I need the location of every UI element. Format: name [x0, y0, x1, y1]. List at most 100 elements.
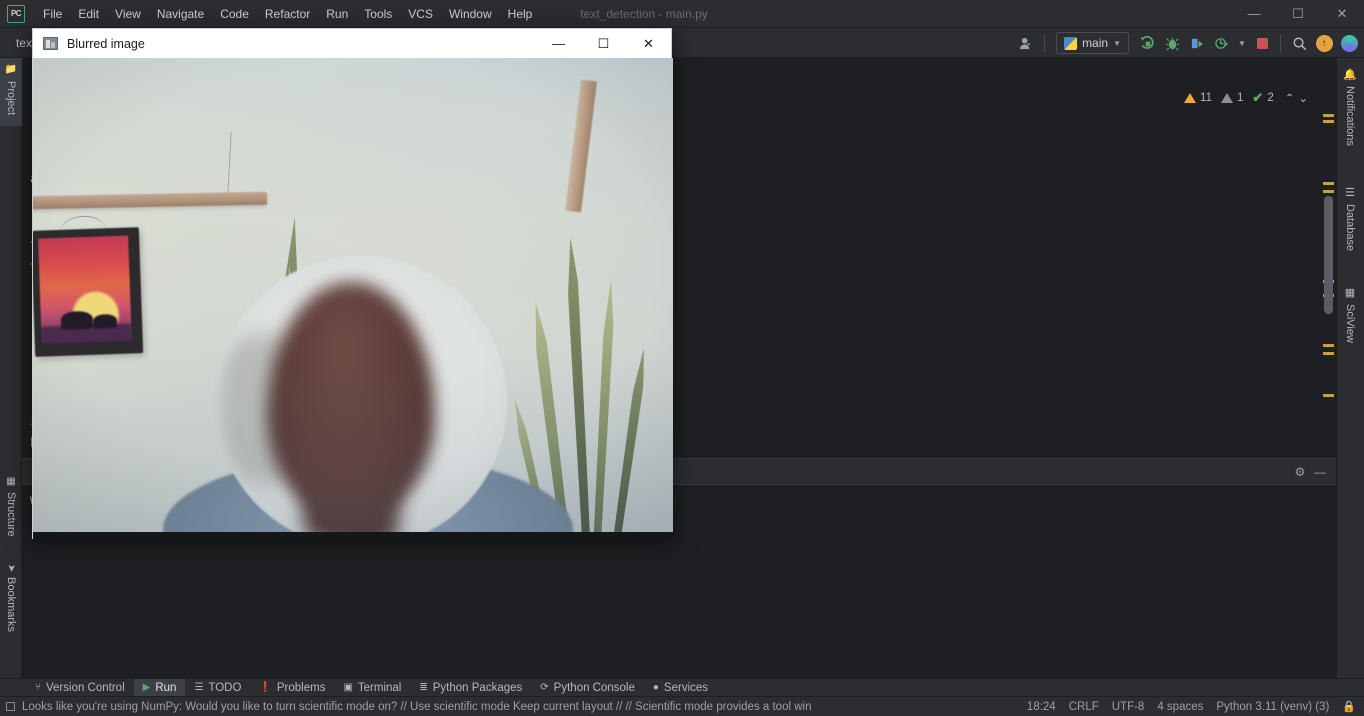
menu-run[interactable]: Run	[318, 4, 356, 24]
sidebar-item-sciview[interactable]: ▦ SciView	[1336, 280, 1364, 362]
tab-problems[interactable]: ❗ Problems	[250, 679, 334, 697]
tab-python-console[interactable]: ⟳ Python Console	[531, 679, 644, 697]
menu-edit[interactable]: Edit	[70, 4, 107, 24]
next-problem-icon[interactable]: ⌄	[1298, 91, 1308, 105]
stop-icon[interactable]	[1251, 32, 1273, 54]
tab-todo[interactable]: ☰ TODO	[185, 679, 250, 697]
menu-file[interactable]: File	[35, 4, 70, 24]
image-window-maximize-button[interactable]: ☐	[581, 29, 626, 58]
sidebar-item-bookmarks-label: Bookmarks	[5, 577, 17, 633]
menu-code[interactable]: Code	[212, 4, 257, 24]
sidebar-item-sciview-label: SciView	[1344, 304, 1356, 343]
status-encoding[interactable]: UTF-8	[1112, 701, 1145, 713]
terminal-icon: ▣	[343, 682, 353, 693]
tab-version-control[interactable]: ⑂ Version Control	[26, 679, 134, 697]
prev-problem-icon[interactable]: ⌃	[1285, 91, 1295, 105]
sidebar-item-notifications[interactable]: 🔔 Notifications	[1336, 62, 1364, 170]
photo-bottom-letterbox	[33, 532, 673, 539]
tab-python-packages[interactable]: ≣ Python Packages	[410, 679, 531, 697]
sidebar-item-bookmarks[interactable]: ➤ Bookmarks	[0, 558, 22, 650]
update-icon[interactable]: ↑	[1313, 32, 1335, 54]
event-log-icon[interactable]	[6, 702, 15, 711]
tab-python-packages-label: Python Packages	[432, 681, 523, 694]
tab-services[interactable]: ● Services	[644, 679, 717, 697]
grid-icon: ▦	[1343, 286, 1356, 299]
check-mark-icon: ✔	[1252, 90, 1264, 105]
bookmark-icon: ➤	[5, 564, 17, 573]
ide-maximize-button[interactable]: ☐	[1276, 0, 1320, 28]
sidebar-item-database[interactable]: ☰ Database	[1336, 180, 1364, 272]
pycharm-window: PC File Edit View Navigate Code Refactor…	[0, 0, 1364, 716]
folder-icon: 📁	[5, 64, 17, 77]
tab-run[interactable]: ▶ Run	[133, 678, 186, 697]
painting-animal-silhouette-2	[92, 313, 118, 329]
menu-view[interactable]: View	[107, 4, 149, 24]
status-bar: Looks like you're using NumPy: Would you…	[0, 696, 1364, 716]
right-tool-strip: 🔔 Notifications ☰ Database ▦ SciView	[1336, 58, 1364, 678]
menu-refactor[interactable]: Refactor	[257, 4, 318, 24]
sidebar-item-notifications-label: Notifications	[1344, 86, 1356, 147]
run-configuration-selector[interactable]: main ▼	[1056, 32, 1129, 54]
menu-help[interactable]: Help	[500, 4, 541, 24]
menu-tools[interactable]: Tools	[356, 4, 400, 24]
tab-terminal[interactable]: ▣ Terminal	[334, 679, 410, 697]
profile-dropdown-icon[interactable]: ▼	[1236, 32, 1248, 54]
inspections-widget[interactable]: 11 1 ✔ 2 ⌃ ⌄	[1184, 90, 1308, 106]
painting-canvas	[38, 235, 132, 344]
sidebar-item-project[interactable]: 📁 Project	[0, 58, 22, 126]
image-window-minimize-button[interactable]: —	[536, 29, 581, 58]
tab-todo-label: TODO	[208, 681, 242, 694]
blurred-image-title-bar[interactable]: Blurred image — ☐ ✕	[33, 29, 671, 58]
status-interpreter[interactable]: Python 3.11 (venv) (3)	[1216, 701, 1329, 713]
ide-minimize-button[interactable]: —	[1232, 0, 1276, 28]
status-time: 18:24	[1026, 700, 1056, 713]
sidebar-item-project-label: Project	[5, 81, 17, 116]
status-line-separator[interactable]: CRLF	[1069, 701, 1099, 713]
toolbar-separator-2	[1280, 34, 1281, 52]
tab-run-label: Run	[155, 681, 177, 694]
ide-close-button[interactable]: ✕	[1320, 0, 1364, 28]
debug-icon[interactable]	[1161, 32, 1183, 54]
scrollbar-thumb[interactable]	[1324, 196, 1333, 314]
services-icon: ●	[652, 682, 659, 693]
search-icon[interactable]	[1288, 32, 1310, 54]
tab-problems-label: Problems	[276, 681, 326, 694]
python-icon	[1064, 36, 1078, 50]
blurred-image-window[interactable]: Blurred image — ☐ ✕	[32, 28, 673, 539]
lock-icon[interactable]: 🔒	[1342, 700, 1356, 713]
menu-navigate[interactable]: Navigate	[149, 4, 212, 24]
status-indent[interactable]: 4 spaces	[1157, 701, 1203, 713]
problems-icon: ❗	[259, 682, 272, 693]
chevron-down-icon: ▼	[1113, 38, 1121, 48]
tab-python-console-label: Python Console	[553, 681, 635, 694]
bell-icon: 🔔	[1343, 68, 1356, 82]
ide-window-title: text_detection - main.py	[580, 6, 708, 21]
warning-triangle-icon	[1184, 93, 1197, 103]
image-icon	[43, 37, 58, 50]
run-with-coverage-icon[interactable]	[1186, 32, 1208, 54]
run-icon[interactable]	[1136, 32, 1158, 54]
menu-vcs[interactable]: VCS	[400, 4, 441, 24]
check-count: 2	[1267, 92, 1274, 104]
framed-painting	[33, 227, 144, 357]
list-icon: ☰	[194, 682, 204, 693]
blurred-image-title: Blurred image	[67, 36, 145, 51]
weak-warning-triangle-icon	[1221, 93, 1233, 103]
structure-icon: ▦	[5, 476, 17, 487]
tab-version-control-label: Version Control	[46, 681, 125, 694]
profile-icon[interactable]	[1211, 32, 1233, 54]
packages-icon: ≣	[419, 682, 428, 693]
user-avatar-icon[interactable]	[1015, 32, 1037, 54]
sidebar-item-structure[interactable]: ▦ Structure	[0, 470, 22, 548]
toolbar-separator-1	[1044, 34, 1046, 52]
person-head	[267, 282, 435, 514]
main-menu-bar: PC File Edit View Navigate Code Refactor…	[0, 0, 1364, 28]
ai-assistant-icon[interactable]	[1338, 32, 1360, 54]
main-toolbar-right: main ▼ ▼ ↑	[1015, 28, 1360, 58]
gear-icon[interactable]: ⚙	[1290, 462, 1310, 482]
image-window-close-button[interactable]: ✕	[626, 29, 671, 58]
menu-window[interactable]: Window	[441, 4, 500, 24]
minimize-icon[interactable]: —	[1310, 462, 1330, 482]
status-message[interactable]: Looks like you're using NumPy: Would you…	[22, 701, 812, 713]
console-icon: ⟳	[540, 682, 549, 693]
